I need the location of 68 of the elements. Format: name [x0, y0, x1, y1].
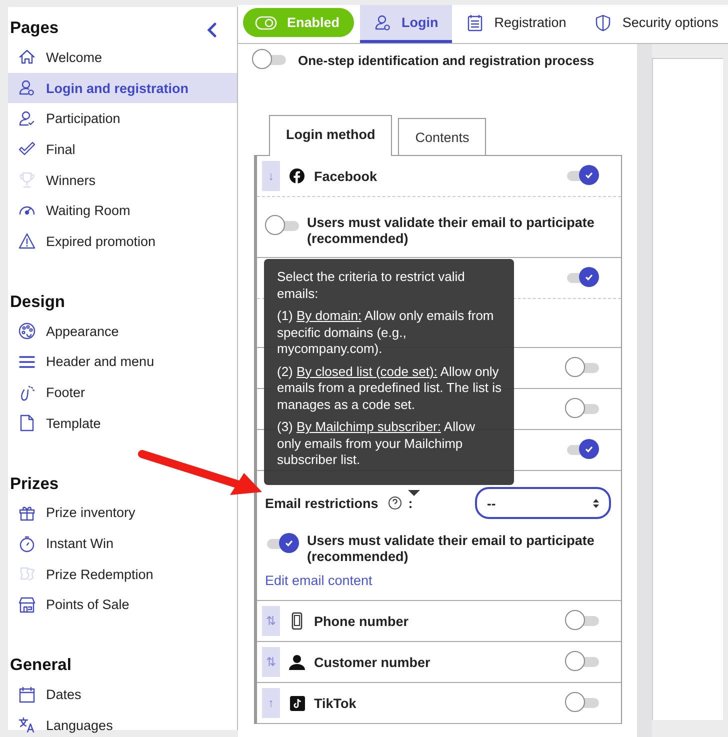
- colon-label: :: [408, 496, 413, 510]
- sidebar-item[interactable]: Footer: [8, 377, 237, 408]
- tooltip-text: (1) By domain: Allow only emails from specific domains (e.g., mycompany.com).: [277, 308, 495, 358]
- tab[interactable]: Login method: [269, 115, 392, 156]
- sidebar-item[interactable]: Final: [8, 134, 237, 165]
- toggle-switch[interactable]: [565, 357, 599, 379]
- tab[interactable]: Contents: [398, 118, 486, 155]
- sidebar-item[interactable]: Dates: [8, 679, 237, 710]
- toggle-label: Users must validate their email to participate (recommended): [307, 533, 596, 565]
- tooltip-text: (3) By Mailchimp subscriber: Allow only emails from your Mailchimp subscriber list.: [277, 419, 476, 468]
- clipboard-list-icon: [466, 14, 484, 32]
- checkmark-icon: [584, 272, 594, 282]
- phone-icon: [291, 612, 303, 630]
- toggle-switch[interactable]: [565, 398, 599, 420]
- sidebar-item[interactable]: Header and menu: [8, 346, 237, 378]
- sidebar-item[interactable]: Instant Win: [8, 528, 237, 559]
- tiktok-icon: [290, 696, 304, 710]
- restriction-dropdown[interactable]: --: [475, 487, 611, 519]
- login-method-label: Facebook: [314, 168, 378, 184]
- toggle-switch[interactable]: [565, 692, 599, 714]
- toggle-label: Users must validate their email to participate (recommended): [307, 215, 596, 247]
- sidebar-item[interactable]: Languages: [8, 710, 237, 737]
- sidebar-item[interactable]: Winners: [8, 164, 237, 196]
- login-method-label: TikTok: [314, 696, 356, 710]
- page-tab[interactable]: Registration: [452, 5, 580, 43]
- toggle-switch[interactable]: [252, 49, 286, 71]
- sidebar-item[interactable]: Waiting Room: [8, 195, 237, 226]
- toggle-switch[interactable]: [565, 165, 599, 187]
- sidebar-item[interactable]: Participation: [8, 103, 237, 134]
- edit-email-link[interactable]: Edit email content: [265, 573, 372, 588]
- sidebar-item[interactable]: Points of Sale: [8, 590, 237, 620]
- page-tab[interactable]: Login: [360, 5, 452, 43]
- checkmark-icon: [584, 170, 594, 180]
- section-heading: General: [10, 655, 72, 676]
- login-method-label: Customer number: [314, 654, 430, 670]
- checkmark-icon: [584, 444, 594, 454]
- toggle-switch[interactable]: [565, 267, 599, 289]
- login-method-label: Phone number: [314, 614, 409, 628]
- toggle-switch[interactable]: [265, 533, 299, 555]
- field-label: Email restrictions: [265, 496, 378, 510]
- facebook-icon: [289, 168, 305, 184]
- help-icon[interactable]: [388, 496, 402, 510]
- tooltip-pointer-icon: [408, 490, 420, 496]
- shield-icon: [594, 14, 612, 32]
- toggle-switch[interactable]: [565, 439, 599, 461]
- collapse-chevron-icon[interactable]: [207, 22, 217, 38]
- section-heading: Design: [10, 292, 66, 312]
- sidebar-item[interactable]: Appearance: [8, 316, 237, 346]
- sidebar-item[interactable]: Prize Redemption: [8, 558, 237, 590]
- sidebar-item[interactable]: Prize inventory: [8, 498, 237, 528]
- toggle-switch[interactable]: [565, 651, 599, 673]
- page-tab[interactable]: Security options: [580, 5, 728, 43]
- sidebar-item[interactable]: Expired promotion: [8, 226, 237, 257]
- tooltip-text: Select the criteria to restrict valid emails:: [277, 269, 466, 302]
- person-icon: [289, 654, 305, 670]
- section-heading: Prizes: [10, 474, 59, 494]
- sidebar-item[interactable]: Login and registration: [8, 72, 237, 104]
- tooltip-text: (2) By closed list (code set): Allow only emails from a predefined list. The list is manages as a code set.: [277, 364, 502, 413]
- user-gear-icon: [374, 14, 392, 32]
- sidebar-item[interactable]: Welcome: [8, 42, 237, 73]
- section-heading: Pages: [10, 18, 59, 38]
- checkmark-icon: [284, 538, 294, 548]
- toggle-label: One-step identification and registration process: [298, 52, 594, 68]
- toggle-switch[interactable]: [265, 215, 299, 237]
- sort-caret-icon: [593, 498, 599, 508]
- toggle-icon: [255, 16, 277, 30]
- toggle-switch[interactable]: [565, 610, 599, 632]
- sidebar-item[interactable]: Template: [8, 408, 237, 439]
